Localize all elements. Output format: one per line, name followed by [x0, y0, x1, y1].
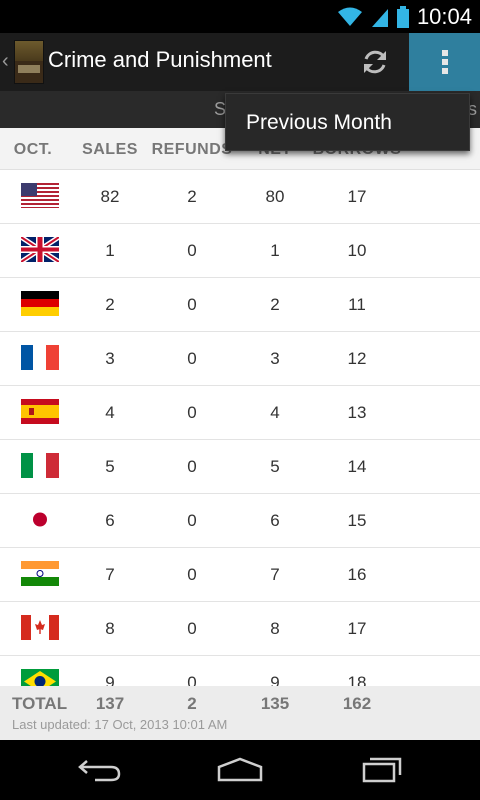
recent-apps-button[interactable]	[352, 750, 412, 790]
book-cover-icon[interactable]	[14, 40, 44, 84]
italy-flag-icon	[21, 453, 59, 478]
header-month: OCT.	[13, 141, 53, 158]
table-row[interactable]: 4 0 4 13	[0, 386, 480, 440]
germany-flag-icon	[21, 291, 59, 316]
table-row[interactable]: 82 2 80 17	[0, 170, 480, 224]
refresh-button[interactable]	[345, 33, 405, 91]
cell-borrows: 16	[347, 565, 367, 584]
battery-icon	[396, 5, 409, 28]
cell-borrows: 17	[347, 187, 367, 206]
last-updated-text: Last updated: 17 Oct, 2013 10:01 AM	[12, 717, 228, 732]
france-flag-icon	[21, 345, 59, 370]
back-icon	[78, 760, 121, 782]
cell-borrows: 17	[347, 619, 367, 638]
table-row[interactable]: 2 0 2 11	[0, 278, 480, 332]
status-time: 10:04	[416, 3, 472, 29]
spain-flag-icon	[21, 399, 59, 424]
japan-flag-icon	[21, 507, 59, 532]
table-rows: 82 2 80 17 1 0 1 10 2 0 2 11 3 0 3 12 4 …	[0, 170, 480, 686]
table-row[interactable]: 6 0 6 15	[0, 494, 480, 548]
table-row[interactable]: 3 0 3 12	[0, 332, 480, 386]
totals-label: TOTAL	[12, 694, 68, 713]
brazil-flag-icon	[21, 669, 59, 686]
cell-borrows: 14	[347, 457, 367, 476]
india-flag-icon	[21, 561, 59, 586]
us-flag-icon	[21, 183, 59, 208]
table-row[interactable]: 5 0 5 14	[0, 440, 480, 494]
up-caret-icon[interactable]: ‹	[2, 50, 9, 73]
cell-borrows: 15	[347, 511, 367, 530]
totals-footer: TOTAL 137 2 135 162 Last updated: 17 Oct…	[0, 686, 480, 740]
signal-icon	[371, 8, 388, 27]
home-icon	[217, 757, 263, 782]
overflow-menu-button[interactable]	[409, 33, 480, 91]
menu-item-previous-month[interactable]: Previous Month	[246, 111, 392, 135]
uk-flag-icon	[21, 237, 59, 262]
action-bar: ‹ Crime and Punishment	[0, 33, 480, 91]
cell-borrows: 11	[348, 295, 366, 314]
table-row[interactable]: 1 0 1 10	[0, 224, 480, 278]
overflow-popup-menu: Previous Month	[225, 93, 470, 151]
table-row[interactable]: 7 0 7 16	[0, 548, 480, 602]
table-row[interactable]: 8 0 8 17	[0, 602, 480, 656]
total-borrows: 162	[342, 694, 372, 713]
sales-table: OCT. SALES REFUNDS NET BORROWS 82 2 80 1…	[0, 128, 480, 686]
table-row[interactable]: 9 0 9 18	[0, 656, 480, 686]
status-bar: 10:04	[0, 0, 480, 33]
more-vert-icon	[441, 50, 448, 74]
navigation-bar	[0, 740, 480, 800]
cell-borrows: 10	[347, 241, 367, 260]
action-bar-title: Crime and Punishment	[48, 47, 272, 72]
cell-borrows: 12	[347, 349, 367, 368]
wifi-icon	[337, 7, 362, 26]
refresh-icon	[364, 50, 386, 74]
back-button[interactable]	[70, 750, 130, 790]
cell-borrows: 13	[347, 403, 367, 422]
canada-flag-icon	[21, 615, 59, 640]
cell-borrows: 18	[347, 673, 367, 686]
recent-apps-icon	[362, 757, 402, 783]
home-button[interactable]	[210, 750, 270, 790]
